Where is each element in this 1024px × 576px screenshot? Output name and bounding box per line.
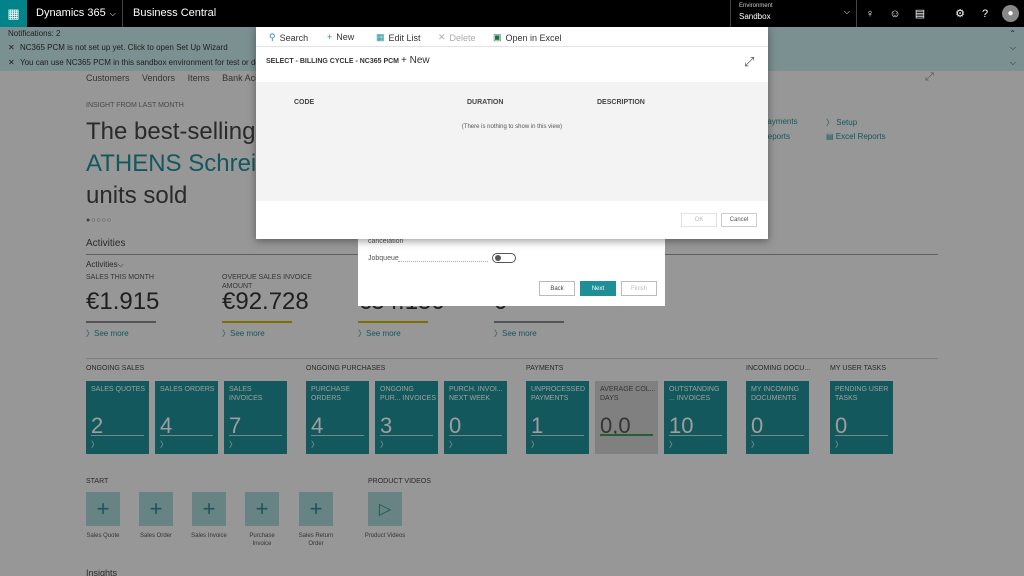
delete-icon: ✕	[438, 32, 446, 42]
search-button[interactable]: ⚲ Search	[269, 32, 308, 43]
column-header-duration[interactable]: DURATION	[467, 99, 503, 106]
lightbulb-icon[interactable]: ♀	[858, 0, 882, 27]
help-icon[interactable]: ?	[973, 0, 997, 27]
new-label: New	[336, 32, 355, 42]
smiley-icon[interactable]: ☺	[883, 0, 907, 27]
environment-picker[interactable]: Environment Sandbox ⌵	[730, 0, 857, 27]
new-button[interactable]: + New	[327, 32, 354, 42]
environment-label: Environment	[739, 3, 773, 9]
expand-icon[interactable]: ⤢	[744, 54, 754, 70]
action-bar: ⚲ Search + New ▦ Edit List ✕ Delete ▣ Open in…	[256, 27, 768, 47]
delete-button[interactable]: ✕ Delete	[438, 32, 476, 43]
open-in-excel-button[interactable]: ▣ Open in Excel	[493, 32, 562, 43]
empty-list-message: (There is nothing to show in this view)	[461, 124, 563, 130]
column-header-description[interactable]: DESCRIPTION	[597, 99, 645, 106]
setup-wizard-dialog: cancelation Jobqueue Back Next Finish	[358, 228, 665, 306]
edit-list-label: Edit List	[388, 32, 421, 43]
top-bar: ▦ Dynamics 365 ⌵ Business Central Environ…	[0, 0, 1024, 27]
user-avatar-icon[interactable]: ●	[1002, 5, 1019, 22]
environment-value: Sandbox	[739, 12, 771, 21]
jobqueue-label: Jobqueue	[368, 255, 399, 262]
list-grid	[256, 82, 768, 201]
waffle-icon[interactable]: ▦	[0, 0, 27, 27]
next-button[interactable]: Next	[580, 281, 616, 296]
chat-icon[interactable]: ▤	[908, 0, 932, 27]
app-switcher[interactable]: Dynamics 365 ⌵	[36, 7, 116, 19]
delete-label: Delete	[449, 32, 476, 43]
divider	[122, 0, 123, 27]
new-record-button[interactable]: + New	[401, 55, 430, 66]
app-name: Dynamics 365	[36, 7, 106, 19]
excel-icon: ▣	[493, 32, 502, 42]
chevron-down-icon: ⌵	[843, 7, 850, 16]
edit-list-icon: ▦	[376, 32, 385, 42]
divider	[398, 256, 488, 262]
cancel-button[interactable]: Cancel	[721, 213, 757, 227]
jobqueue-toggle[interactable]	[492, 253, 516, 263]
search-icon: ⚲	[269, 32, 276, 42]
open-in-excel-label: Open in Excel	[505, 32, 562, 43]
chevron-down-icon: ⌵	[109, 9, 116, 18]
plus-icon: +	[327, 32, 333, 42]
gear-icon[interactable]: ⚙	[948, 0, 972, 27]
ok-button[interactable]: OK	[681, 213, 717, 227]
wizard-text: cancelation	[368, 238, 404, 245]
billing-cycle-lookup-dialog: ⚲ Search + New ▦ Edit List ✕ Delete ▣ Open in…	[256, 27, 768, 239]
product-name[interactable]: Business Central	[133, 7, 216, 19]
column-header-code[interactable]: CODE	[294, 99, 314, 106]
search-label: Search	[279, 32, 309, 43]
finish-button[interactable]: Finish	[621, 281, 657, 296]
dialog-title: SELECT - BILLING CYCLE - NC365 PCM	[266, 58, 400, 65]
edit-list-button[interactable]: ▦ Edit List	[376, 32, 421, 43]
back-button[interactable]: Back	[539, 281, 575, 296]
